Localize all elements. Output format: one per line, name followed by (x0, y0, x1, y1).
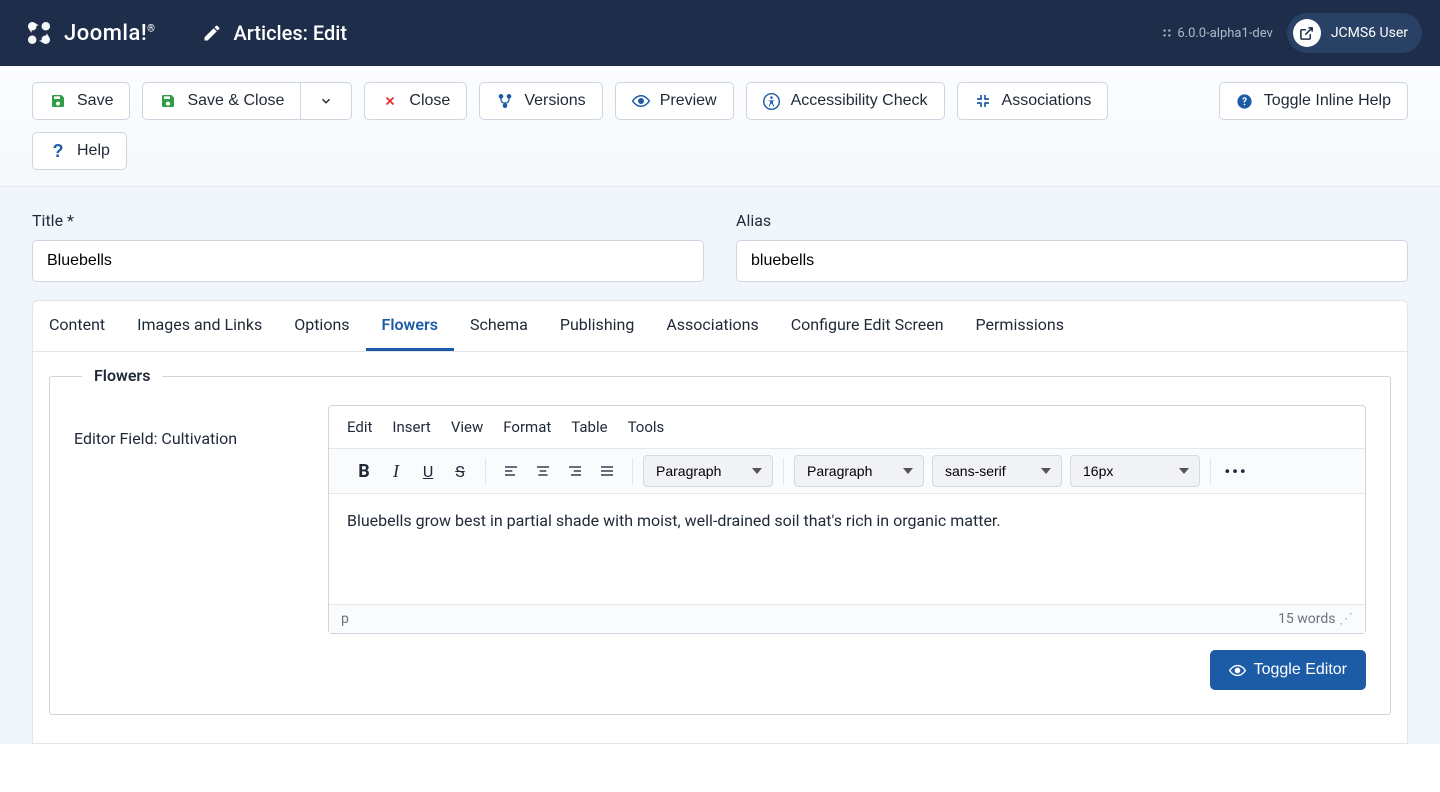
underline-button[interactable]: U (413, 456, 443, 486)
style-select[interactable]: Paragraph (794, 455, 924, 487)
preview-button[interactable]: Preview (615, 82, 734, 120)
header: Joomla!® Articles: Edit 6.0.0-alpha1-dev… (0, 0, 1440, 66)
editor-content[interactable]: Bluebells grow best in partial shade wit… (329, 494, 1365, 604)
editor-menu-insert[interactable]: Insert (392, 418, 430, 436)
save-close-dropdown[interactable] (301, 82, 352, 120)
tab-flowers[interactable]: Flowers (366, 301, 454, 351)
user-name: JCMS6 User (1331, 25, 1408, 41)
tab-configure-edit-screen[interactable]: Configure Edit Screen (775, 301, 960, 351)
form-header: Title * Alias (0, 187, 1440, 300)
editor-field-label: Editor Field: Cultivation (74, 405, 304, 690)
user-menu[interactable]: JCMS6 User (1287, 13, 1422, 53)
toggle-inline-help-button[interactable]: Toggle Inline Help (1219, 82, 1408, 120)
alias-label: Alias (736, 211, 1408, 230)
align-left-button[interactable] (496, 456, 526, 486)
eye-icon (632, 92, 650, 110)
brand-text: Joomla!® (64, 21, 156, 46)
editor-statusbar: p 15 words ⋰ (329, 604, 1365, 633)
accessibility-icon (763, 92, 781, 110)
editor-menu-view[interactable]: View (451, 418, 483, 436)
page-title-section: Articles: Edit (178, 0, 372, 66)
save-icon (49, 92, 67, 110)
more-button[interactable]: ••• (1221, 456, 1251, 486)
question-icon: ? (49, 142, 67, 160)
size-select[interactable]: 16px (1070, 455, 1200, 487)
italic-button[interactable]: I (381, 456, 411, 486)
version-text[interactable]: 6.0.0-alpha1-dev (1161, 26, 1272, 41)
close-button[interactable]: Close (364, 82, 467, 120)
toggle-editor-button[interactable]: Toggle Editor (1210, 650, 1366, 690)
align-justify-button[interactable] (592, 456, 622, 486)
save-icon (159, 92, 177, 110)
align-right-button[interactable] (560, 456, 590, 486)
resize-handle-icon[interactable]: ⋰ (1339, 611, 1353, 627)
bold-button[interactable]: B (349, 456, 379, 486)
save-close-group: Save & Close (142, 82, 352, 120)
editor-menu-table[interactable]: Table (571, 418, 607, 436)
fieldset-flowers: Flowers Editor Field: Cultivation EditIn… (49, 376, 1391, 715)
editor-menu-edit[interactable]: Edit (347, 418, 372, 436)
eye-icon (1229, 662, 1246, 679)
editor-menubar: Edit Insert View Format Table Tools (329, 406, 1365, 449)
save-button[interactable]: Save (32, 82, 130, 120)
header-right: 6.0.0-alpha1-dev JCMS6 User (1161, 13, 1440, 53)
chevron-down-icon (317, 92, 335, 110)
tab-publishing[interactable]: Publishing (544, 301, 650, 351)
branch-icon (496, 92, 514, 110)
editor-menu-format[interactable]: Format (503, 418, 551, 436)
brand-logo[interactable]: Joomla!® (0, 0, 178, 66)
joomla-icon (22, 16, 56, 50)
pencil-icon (202, 23, 222, 43)
tab-permissions[interactable]: Permissions (960, 301, 1080, 351)
accessibility-button[interactable]: Accessibility Check (746, 82, 945, 120)
title-input[interactable] (32, 240, 704, 282)
tab-options[interactable]: Options (278, 301, 365, 351)
versions-button[interactable]: Versions (479, 82, 602, 120)
editor-path[interactable]: p (341, 611, 349, 627)
toolbar: Save Save & Close Close Versions Preview… (0, 66, 1440, 187)
tab-schema[interactable]: Schema (454, 301, 544, 351)
word-count: 15 words (1278, 611, 1335, 627)
fieldset-legend: Flowers (82, 366, 162, 385)
wysiwyg-editor: Edit Insert View Format Table Tools B I U S (328, 405, 1366, 634)
tabs: ContentImages and LinksOptionsFlowersSch… (33, 301, 1407, 352)
editor-menu-tools[interactable]: Tools (628, 418, 665, 436)
block-select[interactable]: Paragraph (643, 455, 773, 487)
tab-content-flowers: Flowers Editor Field: Cultivation Edit In… (33, 352, 1407, 743)
contract-icon (974, 92, 992, 110)
align-center-button[interactable] (528, 456, 558, 486)
tab-content[interactable]: Content (33, 301, 121, 351)
help-button[interactable]: ? Help (32, 132, 127, 170)
tab-associations[interactable]: Associations (650, 301, 774, 351)
alias-input[interactable] (736, 240, 1408, 282)
external-link-icon (1293, 19, 1321, 47)
font-select[interactable]: sans-serif (932, 455, 1062, 487)
page-title: Articles: Edit (234, 21, 348, 45)
associations-button[interactable]: Associations (957, 82, 1109, 120)
save-close-button[interactable]: Save & Close (142, 82, 301, 120)
close-icon (381, 92, 399, 110)
title-label: Title * (32, 211, 704, 230)
tab-images-and-links[interactable]: Images and Links (121, 301, 278, 351)
strikethrough-button[interactable]: S (445, 456, 475, 486)
editor-toolbar: B I U S (329, 449, 1365, 494)
question-circle-icon (1236, 92, 1254, 110)
